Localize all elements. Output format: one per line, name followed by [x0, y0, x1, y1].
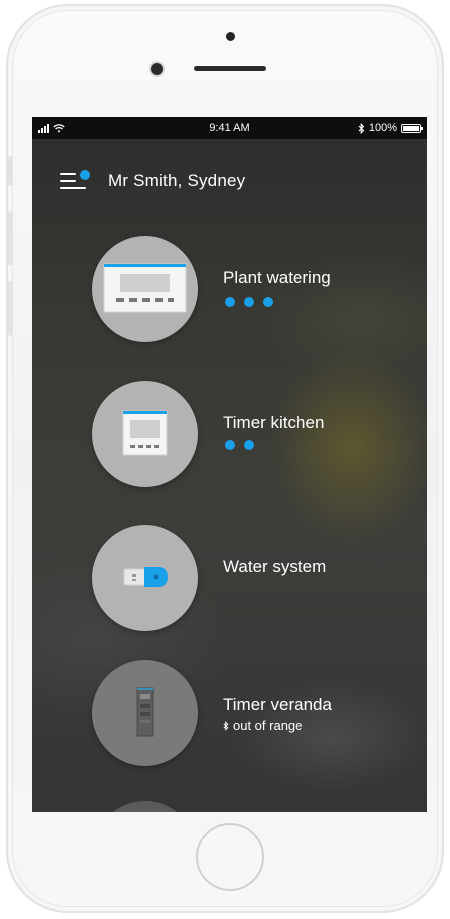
status-bar: 9:41 AM 100%: [32, 117, 427, 139]
device-water-system[interactable]: Water system: [92, 525, 422, 631]
device-plant-watering[interactable]: Plant watering: [92, 236, 422, 342]
status-dot-active: [244, 440, 254, 450]
device-avatar-partial[interactable]: [92, 801, 198, 812]
status-dots: [225, 297, 292, 307]
front-camera: [151, 63, 163, 75]
device-timer-kitchen[interactable]: Timer kitchen: [92, 381, 422, 487]
status-dots: [225, 440, 254, 450]
proximity-sensor: [226, 32, 235, 41]
status-dot-inactive: [282, 297, 292, 307]
status-dot-active: [225, 297, 235, 307]
controller-panel-icon: [103, 263, 187, 313]
timer-tower-icon: [136, 687, 154, 737]
home-button[interactable]: [196, 823, 264, 891]
device-name: Timer veranda: [223, 695, 332, 714]
timer-display-icon: [122, 410, 168, 456]
status-dot-active: [263, 297, 273, 307]
bluetooth-icon: [223, 720, 229, 731]
device-status: out of range: [223, 718, 302, 733]
device-status-text: out of range: [233, 718, 303, 733]
menu-icon[interactable]: [60, 170, 90, 192]
status-dot-active: [225, 440, 235, 450]
status-right: 100%: [358, 117, 423, 139]
volume-down-button: [8, 281, 13, 336]
device-avatar: [92, 236, 198, 342]
app-screen: 9:41 AM 100% Mr Smith, Sydney Plant wate…: [32, 117, 427, 812]
page-title: Mr Smith, Sydney: [108, 171, 246, 190]
device-name: Plant watering: [223, 268, 331, 287]
header: Mr Smith, Sydney: [60, 167, 245, 195]
notification-dot: [80, 170, 90, 180]
device-avatar: [92, 525, 198, 631]
volume-up-button: [8, 211, 13, 266]
battery-icon: [401, 123, 423, 133]
mute-switch: [8, 156, 13, 186]
device-timer-veranda[interactable]: Timer veranda out of range: [92, 660, 422, 766]
device-avatar: [92, 381, 198, 487]
device-name: Water system: [223, 557, 327, 576]
device-name: Timer kitchen: [223, 413, 325, 432]
earpiece-speaker: [194, 66, 266, 71]
battery-percent: 100%: [368, 122, 397, 134]
status-dot-active: [244, 297, 254, 307]
water-valve-icon: [123, 567, 168, 587]
bluetooth-icon: [358, 122, 365, 134]
device-avatar: [92, 660, 198, 766]
